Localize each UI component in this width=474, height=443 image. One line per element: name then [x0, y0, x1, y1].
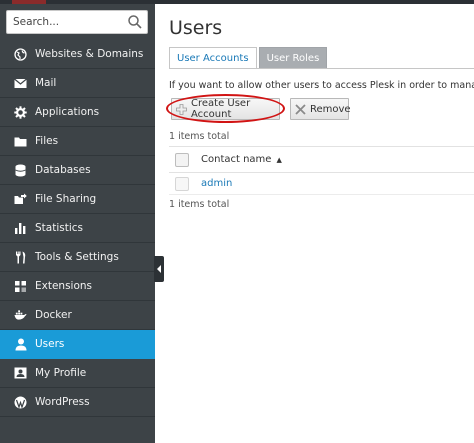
sidebar-item-file-sharing[interactable]: File Sharing	[0, 185, 155, 214]
table-row: admin	[169, 173, 474, 195]
sidebar-item-label: Users	[35, 338, 65, 350]
sidebar-item-statistics[interactable]: Statistics	[0, 214, 155, 243]
puzzle-icon	[14, 280, 27, 293]
sidebar-item-applications[interactable]: Applications	[0, 98, 155, 127]
sidebar-item-label: WordPress	[35, 396, 90, 408]
sidebar-item-label: Mail	[35, 77, 57, 89]
contact-name-link[interactable]: admin	[201, 178, 232, 189]
gear-icon	[14, 105, 27, 119]
sidebar-item-docker[interactable]: Docker	[0, 301, 155, 330]
sort-ascending-icon: ▲	[276, 155, 282, 164]
profile-card-icon	[14, 367, 27, 380]
sidebar-item-label: Docker	[35, 309, 72, 321]
sidebar-item-mail[interactable]: Mail	[0, 69, 155, 98]
sidebar-item-extensions[interactable]: Extensions	[0, 272, 155, 301]
docker-icon	[14, 309, 27, 322]
tab-user-accounts[interactable]: User Accounts	[169, 47, 257, 69]
sidebar-item-wordpress[interactable]: WordPress	[0, 388, 155, 417]
chevron-left-icon	[157, 265, 161, 273]
sidebar-item-my-profile[interactable]: My Profile	[0, 359, 155, 388]
sidebar-item-label: Websites & Domains	[35, 48, 144, 60]
sidebar-item-tools-settings[interactable]: Tools & Settings	[0, 243, 155, 272]
file-sharing-icon	[14, 193, 27, 206]
wordpress-icon	[14, 396, 27, 409]
envelope-icon	[14, 77, 27, 90]
sidebar-item-label: My Profile	[35, 367, 87, 379]
row-checkbox[interactable]	[175, 176, 189, 191]
sidebar-item-label: Applications	[35, 106, 100, 118]
create-user-account-button[interactable]: Create User Account	[171, 98, 280, 120]
sidebar-item-label: Databases	[35, 164, 91, 176]
page-hint: If you want to allow other users to acce…	[169, 80, 474, 91]
search-box	[6, 10, 148, 34]
sidebar-item-label: File Sharing	[35, 193, 97, 205]
sidebar-item-files[interactable]: Files	[0, 127, 155, 156]
folder-icon	[14, 135, 27, 148]
globe-icon	[14, 47, 27, 61]
sidebar-item-users[interactable]: Users	[0, 330, 155, 359]
tab-divider	[169, 68, 474, 69]
select-all-checkbox[interactable]	[175, 152, 189, 167]
database-icon	[14, 164, 27, 177]
sidebar-item-label: Extensions	[35, 280, 93, 292]
items-total-top: 1 items total	[169, 131, 230, 142]
plus-icon	[176, 103, 187, 115]
items-total-bottom: 1 items total	[169, 199, 230, 210]
remove-label: Remove	[310, 103, 351, 115]
sidebar: Websites & Domains Mail Applications Fil…	[0, 4, 155, 443]
sidebar-item-label: Tools & Settings	[35, 251, 119, 263]
column-header-contact-name[interactable]: Contact name ▲	[201, 154, 282, 165]
tab-user-roles[interactable]: User Roles	[258, 47, 328, 69]
remove-x-icon	[295, 103, 306, 115]
user-icon	[14, 338, 27, 351]
page-title: Users	[169, 17, 223, 39]
bar-chart-icon	[14, 222, 27, 235]
sidebar-item-databases[interactable]: Databases	[0, 156, 155, 185]
sidebar-item-websites-domains[interactable]: Websites & Domains	[0, 40, 155, 69]
tools-icon	[14, 251, 27, 264]
sidebar-item-label: Files	[35, 135, 59, 147]
create-user-account-label: Create User Account	[191, 98, 251, 120]
search-icon[interactable]	[127, 14, 143, 30]
search-input[interactable]	[7, 11, 123, 33]
sidebar-item-label: Statistics	[35, 222, 83, 234]
sidebar-nav: Websites & Domains Mail Applications Fil…	[0, 40, 155, 417]
sidebar-collapse-toggle[interactable]	[154, 256, 164, 282]
table-header: Contact name ▲	[169, 146, 474, 173]
tab-bar: User Accounts User Roles	[169, 47, 329, 69]
column-header-label: Contact name	[201, 154, 272, 165]
remove-button[interactable]: Remove	[290, 98, 351, 120]
